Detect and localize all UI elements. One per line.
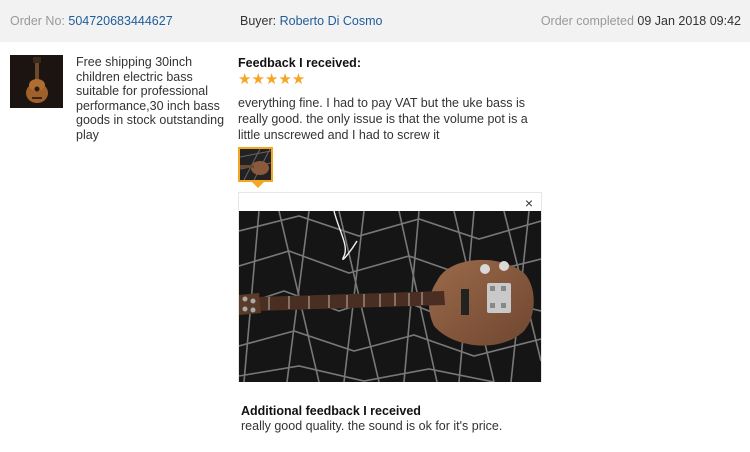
feedback-photo-thumbnail[interactable] — [238, 147, 273, 182]
additional-feedback-text: really good quality. the sound is ok for… — [241, 419, 503, 433]
guitar-icon — [10, 55, 63, 108]
order-number-section: Order No: 504720683444627 — [10, 0, 173, 42]
close-icon[interactable]: × — [525, 195, 533, 211]
bass-photo-icon — [240, 149, 271, 180]
feedback-heading: Feedback I received: — [238, 56, 361, 70]
photo-viewer: × — [238, 192, 542, 382]
additional-feedback-heading: Additional feedback I received — [241, 404, 421, 418]
buyer-section: Buyer: Roberto Di Cosmo — [240, 0, 382, 42]
product-title-link[interactable]: Free shipping 30inch children electric b… — [76, 55, 226, 142]
thumbnail-caret — [252, 182, 264, 188]
star-rating: ★★★★★ — [238, 71, 306, 88]
feedback-text: everything fine. I had to pay VAT but th… — [238, 96, 528, 142]
order-completed-label: Order completed — [540, 14, 634, 28]
buyer-name-link[interactable]: Roberto Di Cosmo — [280, 14, 383, 28]
bass-guitar-photo-icon — [239, 211, 541, 382]
order-completed-section: Order completed 09 Jan 2018 09:42 — [541, 0, 741, 42]
feedback-photo — [239, 211, 541, 382]
order-number-link[interactable]: 504720683444627 — [68, 14, 172, 28]
order-header: Order No: 504720683444627 Buyer: Roberto… — [0, 0, 750, 42]
order-number-label: Order No: — [10, 14, 65, 28]
buyer-label: Buyer: — [240, 14, 277, 28]
product-thumbnail[interactable] — [10, 55, 63, 108]
order-completed-date: 09 Jan 2018 09:42 — [637, 14, 741, 28]
